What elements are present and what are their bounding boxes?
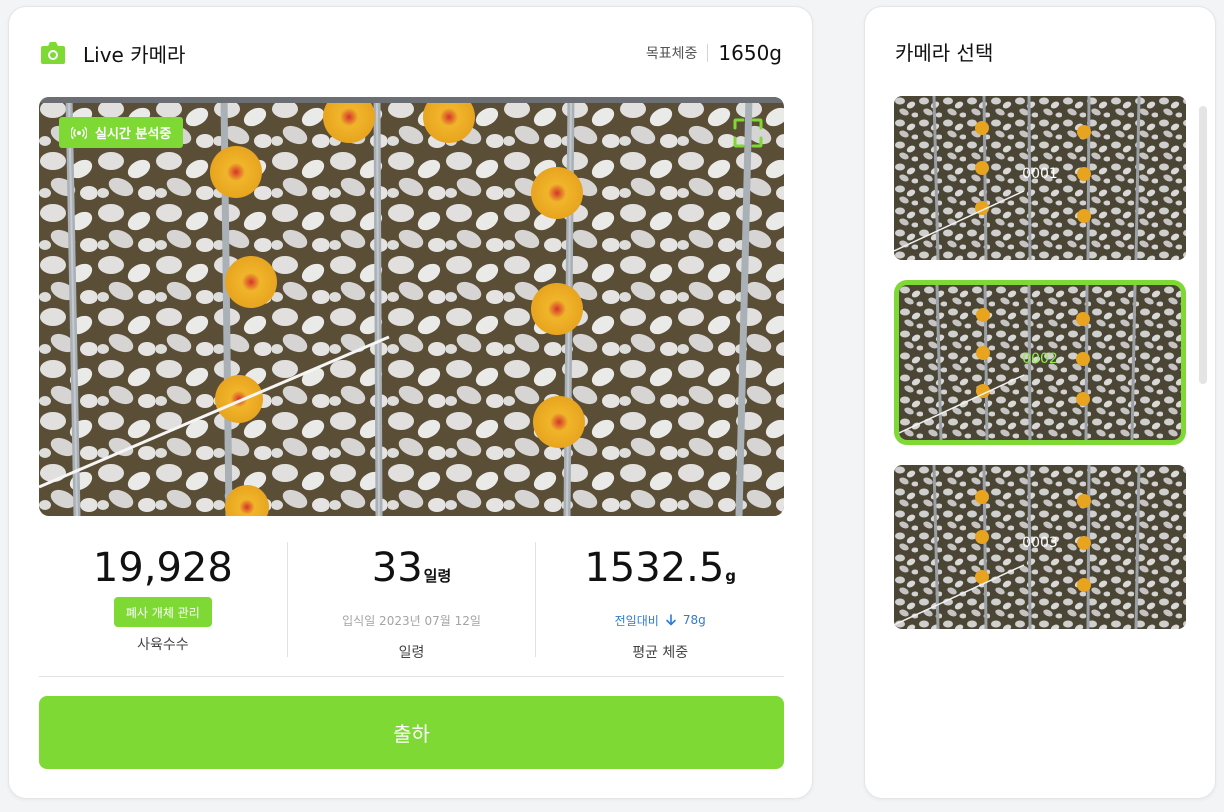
stat-age: 33일령 입식일 2023년 07월 12일 일령 xyxy=(286,542,536,661)
camera-id-label: 0002 xyxy=(1022,351,1058,367)
avg-weight-label: 평균 체중 xyxy=(632,645,689,661)
camera-select-panel: 카메라 선택 0001 0002 0003 xyxy=(864,6,1216,799)
live-analysis-badge: 실시간 분석중 xyxy=(59,117,184,148)
age-number: 33 xyxy=(371,545,423,591)
head-count-value: 19,928 xyxy=(39,544,287,592)
head-count-sub: 폐사 개체 관리 xyxy=(39,596,287,628)
avg-weight-value: 1532.5g xyxy=(536,544,784,600)
live-camera-panel: Live 카메라 목표체중 1650g 실시간 분석중 19,928 폐사 개체… xyxy=(8,6,813,799)
camera-id-label: 0003 xyxy=(1022,535,1058,551)
stat-head-count: 19,928 폐사 개체 관리 사육수수 xyxy=(39,542,287,657)
age-unit: 일령 xyxy=(423,567,452,585)
camera-id-label: 0001 xyxy=(1022,166,1058,182)
delta-prefix: 전일대비 xyxy=(614,613,659,628)
delta-text: 전일대비 78g xyxy=(615,612,706,629)
mortality-management-button[interactable]: 폐사 개체 관리 xyxy=(113,597,212,627)
arrow-down-icon xyxy=(666,614,676,626)
camera-select-title: 카메라 선택 xyxy=(895,41,994,65)
head-count-label: 사육수수 xyxy=(137,637,189,653)
panel-header: Live 카메라 목표체중 1650g xyxy=(39,37,782,69)
divider xyxy=(707,44,709,62)
age-value: 33일령 xyxy=(288,544,536,600)
camera-thumb-0003[interactable]: 0003 xyxy=(894,465,1186,629)
divider xyxy=(39,676,784,677)
head-count-number: 19,928 xyxy=(92,545,233,591)
camera-thumb-0002[interactable]: 0002 xyxy=(899,285,1181,440)
placement-date: 입식일 2023년 07월 12일 xyxy=(342,613,481,628)
page-title: Live 카메라 xyxy=(83,42,186,67)
live-analysis-label: 실시간 분석중 xyxy=(95,127,172,142)
camera-icon xyxy=(41,42,65,64)
camera-thumb-0001[interactable]: 0001 xyxy=(894,96,1186,260)
live-feed[interactable]: 실시간 분석중 xyxy=(39,97,784,516)
avg-weight-number: 1532.5 xyxy=(584,545,725,591)
live-feed-image xyxy=(39,97,784,516)
target-weight: 목표체중 1650g xyxy=(646,41,782,65)
stats-row: 19,928 폐사 개체 관리 사육수수 33일령 입식일 2023년 07월 … xyxy=(39,542,784,661)
delta-value: 78g xyxy=(682,613,706,627)
scrollbar[interactable] xyxy=(1199,106,1207,384)
fullscreen-icon[interactable] xyxy=(732,117,764,149)
broadcast-icon xyxy=(71,126,87,139)
ship-button[interactable]: 출하 xyxy=(39,696,784,769)
target-weight-label: 목표체중 xyxy=(645,46,698,62)
avg-weight-delta: 전일대비 78g xyxy=(536,604,784,636)
avg-weight-unit: g xyxy=(725,567,737,585)
stat-avg-weight: 1532.5g 전일대비 78g 평균 체중 xyxy=(535,542,784,661)
target-weight-value: 1650g xyxy=(718,41,782,65)
age-label: 일령 xyxy=(398,645,425,661)
